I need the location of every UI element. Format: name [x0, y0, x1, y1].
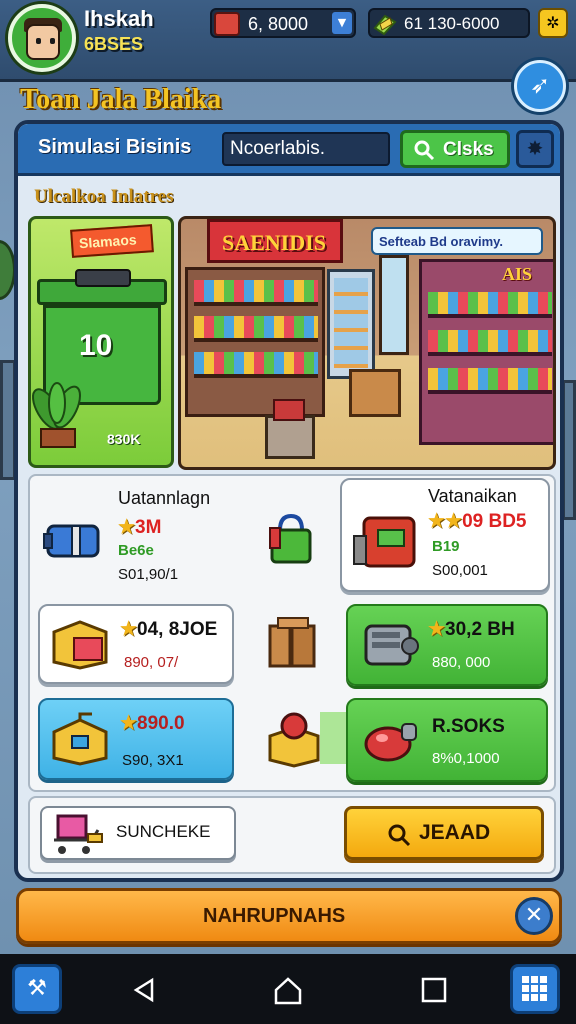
action-row: SUNCHEKE JEAAD	[28, 796, 556, 874]
item-card[interactable]: R.SOKS 8%0,1000	[346, 698, 548, 782]
bag-icon	[266, 512, 316, 568]
player-avatar[interactable]	[8, 4, 76, 72]
main-action-label: NAHRUPNAHS	[203, 905, 346, 927]
shelf-right: AIS	[419, 259, 553, 445]
item-rating: ★890.0	[120, 713, 185, 734]
section-label: Ulcalkoa Inlatres	[34, 186, 174, 207]
item-rating: ★04, 8JOE	[120, 619, 218, 640]
battery-icon	[42, 520, 106, 564]
item-sub: Be6e	[118, 542, 154, 559]
star-icon: ★	[120, 713, 138, 734]
avatar-eye	[36, 38, 41, 44]
load-button-label: JEAAD	[419, 821, 491, 844]
back-icon[interactable]	[130, 976, 158, 1004]
item-rating: R.SOKS	[432, 716, 505, 737]
map-icon[interactable]: ➶	[514, 60, 566, 112]
shelf-row	[194, 352, 318, 378]
gems-counter[interactable]: 61 130-6000	[368, 8, 530, 38]
box-icon	[349, 369, 401, 417]
avatar-eye	[50, 38, 55, 44]
player-id: 6BSES	[84, 34, 144, 54]
main-action-bar[interactable]: NAHRUPNAHS ✕	[16, 888, 562, 944]
bin-card[interactable]: SIamaos 10 830K	[28, 216, 174, 468]
game-title: Toan Jala Blaika	[20, 84, 222, 115]
box-icon	[273, 399, 305, 421]
load-button[interactable]: JEAAD	[344, 806, 544, 860]
shelf-row	[194, 316, 318, 342]
item-price: 8%0,1000	[432, 750, 500, 767]
item-rating: ★★09 BD5	[428, 511, 527, 532]
box-icon	[50, 616, 110, 672]
system-navbar: ⚒	[0, 954, 576, 1024]
item-price: 880, 000	[432, 654, 491, 671]
item-card[interactable]: ★04, 8JOE 890, 07/	[38, 604, 234, 684]
window	[379, 255, 409, 355]
speech-bubble: Sefteab Bd oravimy.	[371, 227, 543, 255]
item-price: 890, 07/	[124, 654, 179, 671]
alarm-icon	[360, 710, 420, 768]
bin-percent: 830K	[107, 431, 141, 447]
star-icon: ★	[118, 517, 136, 538]
magnifier-icon	[388, 824, 411, 847]
box-icon	[265, 415, 315, 459]
item-card[interactable]: Uatannlagn ★3M Be6e S01,90/1	[34, 480, 294, 592]
search-button[interactable]: Clsks	[400, 130, 510, 168]
item-price: S90, 3X1	[122, 752, 184, 769]
item-rating: ★30,2 BH	[428, 619, 515, 640]
coins-value: 6, 8000	[248, 14, 309, 34]
search-button-label: Clsks	[443, 139, 494, 160]
hammer-icon[interactable]: ⚒	[12, 964, 62, 1014]
item-title: Uatannlagn	[118, 488, 211, 508]
gem-icon	[372, 12, 398, 36]
background-house	[562, 380, 576, 520]
bin-sign: SIamaos	[70, 224, 154, 258]
plant-icon	[31, 379, 97, 449]
panel-header: Simulasi Bisinis Ncoerlabis. Clsks ✸	[18, 124, 560, 176]
close-icon[interactable]: ✕	[515, 897, 553, 935]
portrait-icon	[214, 12, 240, 36]
cart-button-label: SUNCHEKE	[116, 822, 211, 841]
item-title: Vatanaikan	[428, 486, 517, 506]
items-grid: Uatannlagn ★3M Be6e S01,90/1 Vatanaikan	[28, 474, 556, 792]
item-price: S01,90/1	[118, 566, 179, 583]
settings-icon[interactable]: ✲	[538, 8, 568, 38]
engine-icon	[360, 616, 420, 674]
item-card[interactable]: ★30,2 BH 880, 000	[346, 604, 548, 686]
package-icon	[50, 710, 110, 768]
magnifier-icon	[414, 140, 435, 161]
shelf-left	[185, 267, 325, 417]
fridge	[327, 269, 375, 379]
cart-button[interactable]: SUNCHEKE	[40, 806, 236, 860]
bin-number: 10	[79, 329, 113, 362]
recents-icon[interactable]	[420, 976, 448, 1004]
shop-scene[interactable]: SAENIDIS AIS Sefteab Bd oravimy.	[178, 216, 556, 470]
crate-icon	[266, 616, 320, 672]
crate-alarm-icon	[266, 710, 322, 768]
item-price: S00,001	[432, 562, 488, 579]
coins-counter[interactable]: 6, 8000 ▼	[210, 8, 356, 38]
search-input[interactable]: Ncoerlabis.	[222, 132, 390, 166]
star-icon: ★★	[428, 511, 463, 532]
item-sub: B19	[432, 538, 460, 555]
shelf-row	[194, 280, 318, 306]
star-icon: ★	[428, 619, 446, 640]
star-icon[interactable]: ✸	[516, 130, 554, 168]
star-icon: ★	[120, 619, 138, 640]
item-card[interactable]: ★890.0 S90, 3X1	[38, 698, 234, 780]
grid-menu-icon[interactable]	[510, 964, 560, 1014]
top-hud: Ihskah 6BSES 6, 8000 ▼ 61 130-6000 ✲	[0, 0, 576, 82]
business-panel: Simulasi Bisinis Ncoerlabis. Clsks ✸ Ulc…	[14, 120, 564, 882]
item-rating: ★3M	[118, 517, 162, 538]
player-name: Ihskah	[84, 6, 154, 31]
generator-icon	[350, 510, 420, 574]
bin-handle	[75, 269, 131, 287]
gems-value: 61 130-6000	[404, 14, 500, 33]
panel-title: Simulasi Bisinis	[38, 136, 192, 158]
item-card[interactable]: Vatanaikan ★★09 BD5 B19 S00,001	[340, 478, 550, 592]
cart-icon	[52, 812, 108, 858]
chevron-down-icon[interactable]: ▼	[332, 12, 352, 34]
shop-sign-right: AIS	[502, 264, 533, 284]
home-icon[interactable]	[272, 976, 304, 1006]
shop-sign: SAENIDIS	[207, 219, 343, 263]
